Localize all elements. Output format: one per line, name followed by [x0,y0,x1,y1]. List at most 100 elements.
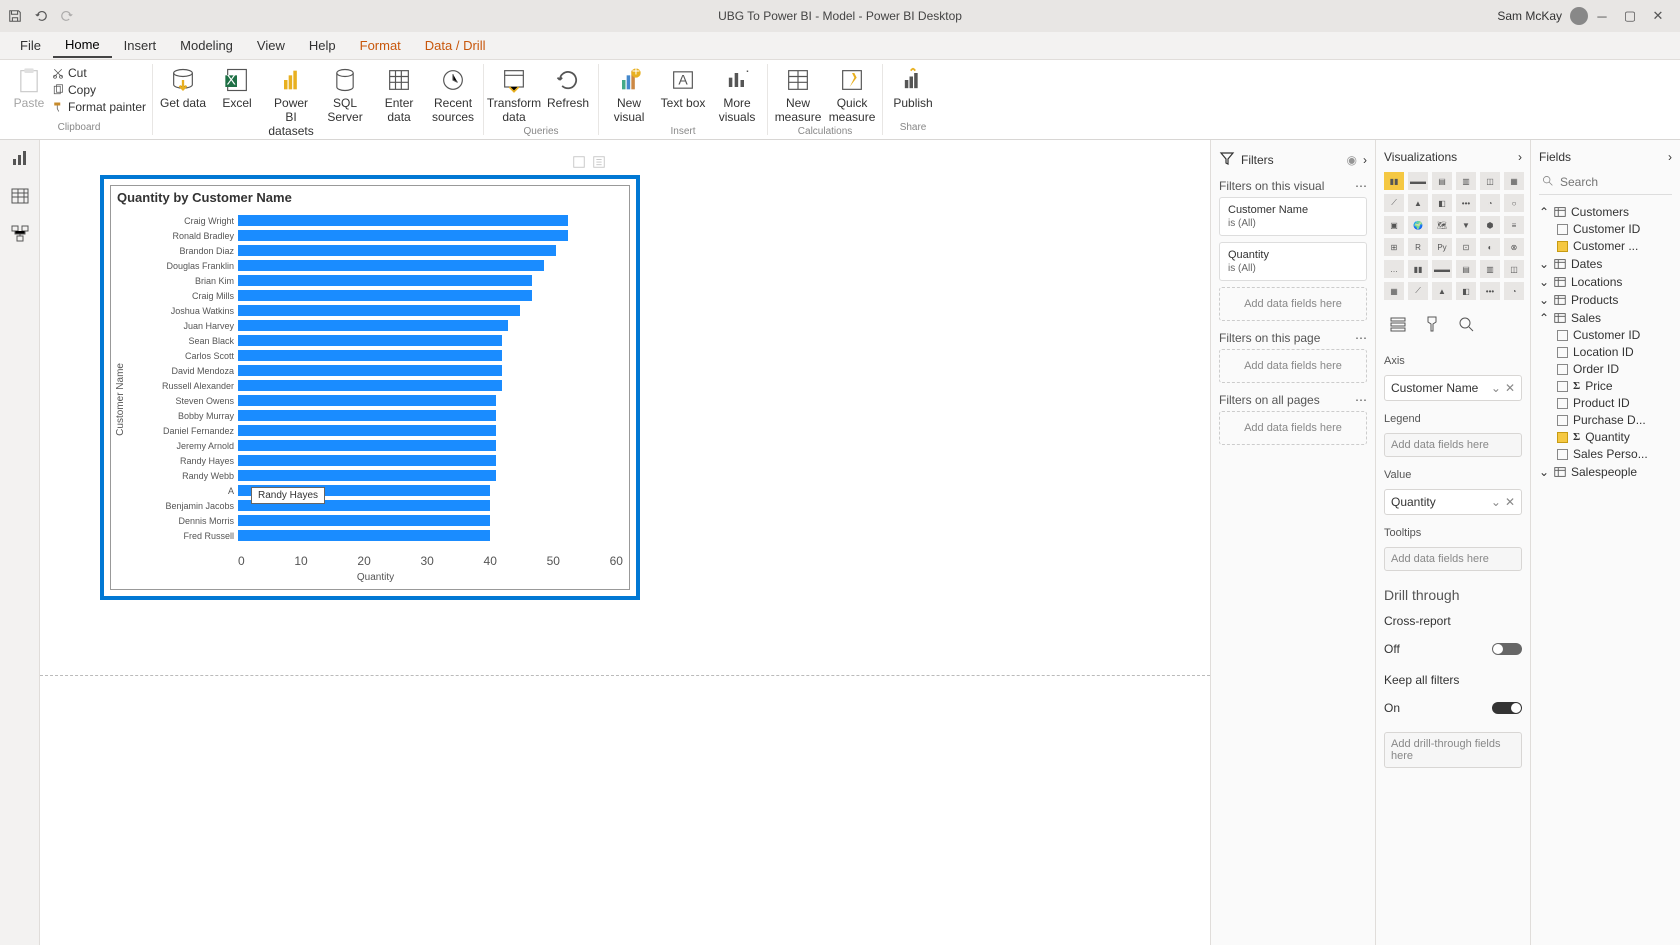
field-item[interactable]: Location ID [1557,345,1672,359]
bar-row[interactable]: Steven Owens [128,393,623,408]
new-measure-button[interactable]: New measure [774,66,822,124]
visual-options-icon[interactable] [592,155,606,172]
viz-type-tile[interactable]: ◫ [1480,172,1500,190]
bar-row[interactable]: Craig Wright [128,213,623,228]
fields-search[interactable] [1539,170,1672,195]
bar-row[interactable]: Jeremy Arnold [128,438,623,453]
viz-type-tile[interactable]: ••• [1480,282,1500,300]
keep-filters-toggle[interactable] [1492,702,1522,714]
viz-type-tile[interactable]: ▮▮ [1408,260,1428,278]
search-input[interactable] [1560,175,1670,189]
save-icon[interactable] [8,9,22,23]
user-area[interactable]: Sam McKay [1497,7,1588,25]
model-view-icon[interactable] [10,224,30,244]
remove-icon[interactable]: ✕ [1505,381,1515,395]
quick-measure-button[interactable]: Quick measure [828,66,876,124]
viz-type-tile[interactable]: ⟋ [1384,194,1404,212]
enter-data-button[interactable]: Enter data [375,66,423,124]
field-item[interactable]: Customer ID [1557,328,1672,342]
checkbox[interactable] [1557,415,1568,426]
menu-view[interactable]: View [245,34,297,57]
bar-row[interactable]: Randy Webb [128,468,623,483]
collapse-pane-icon[interactable]: › [1668,150,1672,164]
viz-type-tile[interactable]: ▬▬ [1408,172,1428,190]
undo-icon[interactable] [34,9,48,23]
bar-row[interactable]: Juan Harvey [128,318,623,333]
ellipsis-icon[interactable]: ⋯ [1355,393,1367,407]
maximize-icon[interactable]: ▢ [1616,8,1644,24]
viz-type-tile[interactable]: R [1408,238,1428,256]
excel-button[interactable]: XExcel [213,66,261,110]
viz-type-tile[interactable]: ⬢ [1480,216,1500,234]
report-canvas[interactable]: Quantity by Customer Name Customer Name … [40,140,1210,945]
bar-row[interactable]: Brian Kim [128,273,623,288]
close-icon[interactable]: ✕ [1644,8,1672,24]
value-well[interactable]: Quantity⌄✕ [1384,489,1522,515]
tooltips-well[interactable]: Add data fields here [1384,547,1522,571]
legend-well[interactable]: Add data fields here [1384,433,1522,457]
viz-type-tile[interactable]: ◐ [1480,238,1500,256]
viz-type-tile[interactable]: ▬▬ [1432,260,1452,278]
viz-type-tile[interactable]: ▥ [1480,260,1500,278]
redo-icon[interactable] [60,9,74,23]
checkbox[interactable] [1557,224,1568,235]
format-painter-button[interactable]: Format painter [52,100,146,114]
field-item[interactable]: Customer ... [1557,239,1672,253]
filter-card[interactable]: Quantityis (All) [1219,242,1367,281]
table-header[interactable]: ⌄Salespeople [1539,465,1672,479]
drill-through-well[interactable]: Add drill-through fields here [1384,732,1522,768]
field-item[interactable]: ΣPrice [1557,379,1672,393]
table-header[interactable]: ⌄Locations [1539,275,1672,289]
filter-card[interactable]: Customer Nameis (All) [1219,197,1367,236]
viz-type-tile[interactable]: ○ [1504,194,1524,212]
viz-type-tile[interactable]: ▤ [1456,260,1476,278]
bar-row[interactable]: Randy Hayes [128,453,623,468]
viz-type-tile[interactable]: ▲ [1408,194,1428,212]
bar-row[interactable]: David Mendoza [128,363,623,378]
viz-type-tile[interactable]: ◧ [1432,194,1452,212]
viz-type-tile[interactable]: ••• [1456,194,1476,212]
bar-row[interactable]: Dennis Morris [128,513,623,528]
checkbox[interactable] [1557,364,1568,375]
recent-sources-button[interactable]: Recent sources [429,66,477,124]
checkbox[interactable] [1557,381,1568,392]
bar-row[interactable]: Joshua Watkins [128,303,623,318]
menu-file[interactable]: File [8,34,53,57]
viz-type-tile[interactable]: ▦ [1384,282,1404,300]
field-item[interactable]: Order ID [1557,362,1672,376]
bar-row[interactable]: A [128,483,623,498]
table-header[interactable]: ⌃Customers [1539,205,1672,219]
menu-format[interactable]: Format [348,34,413,57]
all-filter-drop[interactable]: Add data fields here [1219,411,1367,445]
fields-tab-icon[interactable] [1388,314,1408,337]
viz-type-tile[interactable]: ▤ [1432,172,1452,190]
chart-visual[interactable]: Quantity by Customer Name Customer Name … [100,175,640,600]
chevron-down-icon[interactable]: ⌄ [1491,381,1501,395]
field-item[interactable]: Product ID [1557,396,1672,410]
new-visual-button[interactable]: +New visual [605,66,653,124]
table-header[interactable]: ⌄Dates [1539,257,1672,271]
field-item[interactable]: Sales Perso... [1557,447,1672,461]
bar-row[interactable]: Russell Alexander [128,378,623,393]
viz-type-tile[interactable]: ▮▮ [1384,172,1404,190]
viz-type-tile[interactable]: ▥ [1456,172,1476,190]
field-item[interactable]: ΣQuantity [1557,430,1672,444]
collapse-pane-icon[interactable]: › [1363,153,1367,167]
data-view-icon[interactable] [10,186,30,206]
viz-type-tile[interactable]: ▼ [1456,216,1476,234]
viz-type-tile[interactable]: ▣ [1384,216,1404,234]
cross-report-toggle[interactable] [1492,643,1522,655]
bar-row[interactable]: Daniel Fernandez [128,423,623,438]
visual-filter-drop[interactable]: Add data fields here [1219,287,1367,321]
viz-type-tile[interactable]: Py [1432,238,1452,256]
publish-button[interactable]: Publish [889,66,937,110]
viz-type-tile[interactable]: ◫ [1504,260,1524,278]
bar-row[interactable]: Sean Black [128,333,623,348]
ellipsis-icon[interactable]: ⋯ [1355,331,1367,345]
viz-type-tile[interactable]: ≡ [1504,216,1524,234]
menu-insert[interactable]: Insert [112,34,169,57]
report-view-icon[interactable] [10,148,30,168]
bar-row[interactable]: Bobby Murray [128,408,623,423]
viz-type-tile[interactable]: ◔ [1480,194,1500,212]
checkbox[interactable] [1557,330,1568,341]
